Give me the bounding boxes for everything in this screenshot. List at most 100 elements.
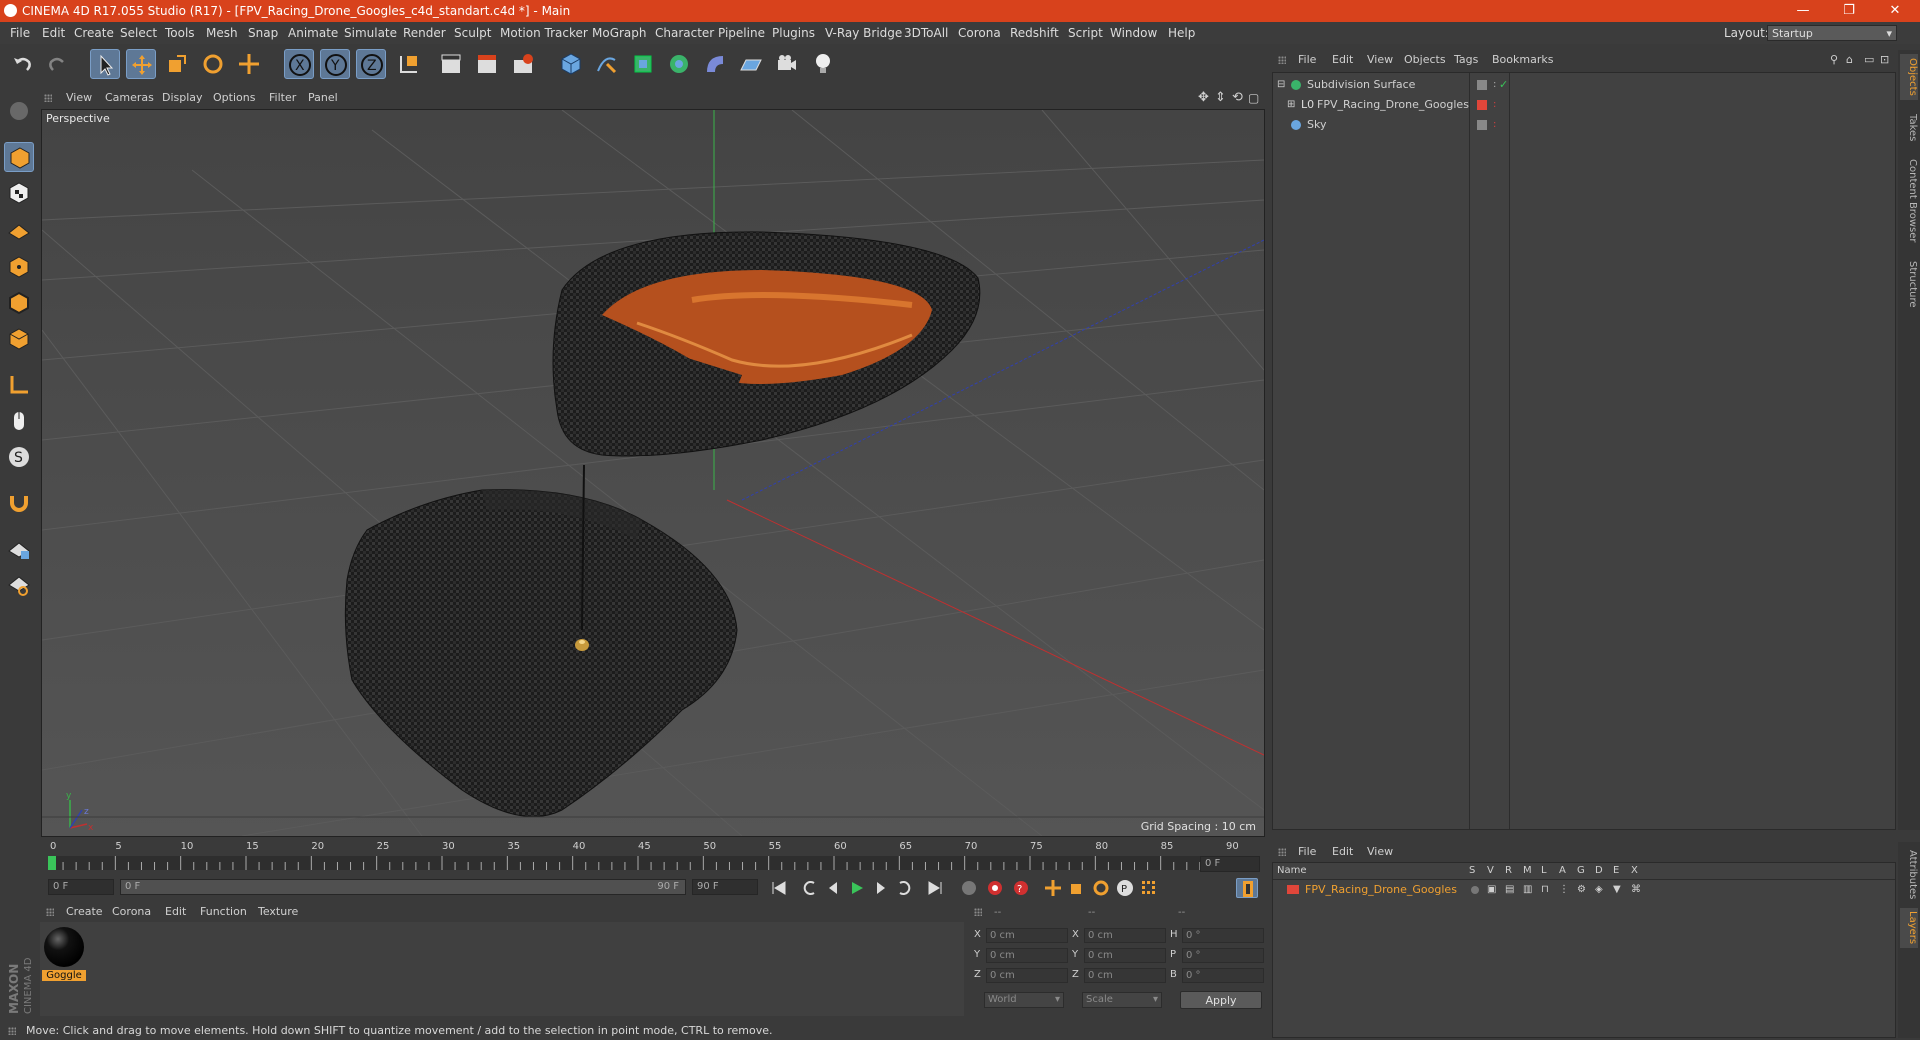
previous-frame-button[interactable] <box>822 878 844 898</box>
viewport-zoom-icon[interactable]: ⇕ <box>1215 88 1226 108</box>
axis-mode-button[interactable] <box>4 370 34 400</box>
apply-button[interactable]: Apply <box>1180 991 1262 1009</box>
menu-help[interactable]: Help <box>1168 22 1195 44</box>
add-cube-button[interactable] <box>556 49 586 79</box>
keyframe-selection-button[interactable] <box>958 878 980 898</box>
frame-range-slider[interactable]: 0 F 90 F <box>120 879 686 895</box>
rotation-b-field[interactable]: 0 ° <box>1182 968 1264 983</box>
key-rotation-button[interactable] <box>1090 878 1112 898</box>
viewport-menu-filter[interactable]: Filter <box>269 88 296 108</box>
add-array-button[interactable] <box>664 49 694 79</box>
object-menu-tags[interactable]: Tags <box>1454 50 1478 70</box>
menu-edit[interactable]: Edit <box>42 22 65 44</box>
material-menu-edit[interactable]: Edit <box>165 902 186 922</box>
menu-mograph[interactable]: MoGraph <box>592 22 647 44</box>
coordinate-mode-dropdown[interactable]: World ▾ <box>984 992 1064 1008</box>
layer-view-eye-icon[interactable]: ▣ <box>1487 881 1496 899</box>
layer-menu-file[interactable]: File <box>1298 842 1316 862</box>
material-item[interactable]: Goggle <box>42 926 86 984</box>
tab-objects[interactable]: Objects <box>1900 54 1918 100</box>
object-menu-view[interactable]: View <box>1367 50 1393 70</box>
menu-animate[interactable]: Animate <box>288 22 338 44</box>
workplane-button[interactable] <box>4 214 34 244</box>
key-position-button[interactable] <box>1042 878 1064 898</box>
visibility-dots-icon[interactable]: : <box>1493 95 1496 115</box>
polygons-mode-button[interactable] <box>4 324 34 354</box>
layout-dropdown[interactable]: Startup ▾ <box>1767 25 1897 41</box>
menu-redshift[interactable]: Redshift <box>1010 22 1059 44</box>
rotate-tool-button[interactable] <box>198 49 228 79</box>
add-camera-button[interactable] <box>772 49 802 79</box>
menu-window[interactable]: Window <box>1110 22 1157 44</box>
viewport-menu-options[interactable]: Options <box>213 88 255 108</box>
locked-workplane-button[interactable] <box>4 534 34 564</box>
model-mode-button[interactable] <box>4 142 34 172</box>
material-menu-create[interactable]: Create <box>66 902 103 922</box>
menu-script[interactable]: Script <box>1068 22 1103 44</box>
object-menu-edit[interactable]: Edit <box>1332 50 1353 70</box>
object-row-fpv-racing-drone-googles[interactable]: ⊞ L0 FPV_Racing_Drone_Googles : <box>1273 95 1895 115</box>
render-picture-viewer-button[interactable] <box>472 49 502 79</box>
menu-snap[interactable]: Snap <box>248 22 278 44</box>
viewport-perspective[interactable]: y z x Perspective Grid Spacing : 10 cm <box>41 109 1265 837</box>
enabled-check-icon[interactable]: ✓ <box>1499 75 1508 95</box>
planar-workplane-button[interactable] <box>4 570 34 600</box>
expand-icon[interactable]: ⊞ <box>1287 95 1295 115</box>
render-settings-button[interactable] <box>508 49 538 79</box>
visibility-dots-icon[interactable]: : <box>1493 75 1496 95</box>
current-frame-field[interactable]: 0 F <box>1200 856 1260 872</box>
close-button[interactable]: ✕ <box>1872 0 1918 22</box>
viewport-menu-cameras[interactable]: Cameras <box>105 88 154 108</box>
next-frame-button[interactable] <box>870 878 892 898</box>
object-menu-objects[interactable]: Objects <box>1404 50 1446 70</box>
menu-pipeline[interactable]: Pipeline <box>718 22 765 44</box>
search-icon[interactable]: ⚲ <box>1830 50 1838 70</box>
size-mode-dropdown[interactable]: Scale ▾ <box>1082 992 1162 1008</box>
layer-expression-icon[interactable]: ▼ <box>1613 881 1621 899</box>
menu-tools[interactable]: Tools <box>165 22 195 44</box>
material-menu-function[interactable]: Function <box>200 902 247 922</box>
menu-mesh[interactable]: Mesh <box>206 22 238 44</box>
layer-row[interactable]: FPV_Racing_Drone_Googles ▣ ▤ ▥ ⊓ ⋮ ⚙ ◈ ▼… <box>1273 881 1895 899</box>
undo-button[interactable] <box>8 49 38 79</box>
add-light-button[interactable] <box>808 49 838 79</box>
material-menu-texture[interactable]: Texture <box>258 902 298 922</box>
coordinate-system-button[interactable] <box>394 49 424 79</box>
key-parameter-button[interactable]: P <box>1114 878 1136 898</box>
live-selection-button[interactable] <box>90 49 120 79</box>
position-x-field[interactable]: 0 cm <box>986 928 1068 943</box>
render-view-button[interactable] <box>436 49 466 79</box>
tab-attributes[interactable]: Attributes <box>1900 846 1918 904</box>
viewport-menu-panel[interactable]: Panel <box>308 88 338 108</box>
maximize-button[interactable]: ❐ <box>1826 0 1872 22</box>
rotation-p-field[interactable]: 0 ° <box>1182 948 1264 963</box>
tab-structure[interactable]: Structure <box>1900 256 1918 312</box>
menu-plugins[interactable]: Plugins <box>772 22 815 44</box>
autokey-button[interactable]: ? <box>1010 878 1032 898</box>
add-generator-button[interactable] <box>628 49 658 79</box>
object-menu-file[interactable]: File <box>1298 50 1316 70</box>
layer-menu-edit[interactable]: Edit <box>1332 842 1353 862</box>
viewport-menu-view[interactable]: View <box>66 88 92 108</box>
menu-corona[interactable]: Corona <box>958 22 1001 44</box>
edges-mode-button[interactable] <box>4 288 34 318</box>
add-floor-button[interactable] <box>736 49 766 79</box>
timeline-ruler[interactable]: 0 5 10 15 20 25 30 35 40 45 50 55 60 65 70 75 80 85 90 0 F <box>40 838 1266 874</box>
timeline-toggle-button[interactable] <box>1236 878 1258 898</box>
menu-3dtoall[interactable]: 3DToAll <box>904 22 948 44</box>
magnet-button[interactable] <box>4 488 34 518</box>
visibility-dots-icon[interactable]: : <box>1493 115 1496 135</box>
size-x-field[interactable]: 0 cm <box>1084 928 1166 943</box>
previous-key-button[interactable] <box>798 878 820 898</box>
menu-create[interactable]: Create <box>74 22 114 44</box>
size-y-field[interactable]: 0 cm <box>1084 948 1166 963</box>
layer-animation-icon[interactable]: ⋮ <box>1559 881 1569 899</box>
object-menu-bookmarks[interactable]: Bookmarks <box>1492 50 1553 70</box>
scale-tool-button[interactable] <box>162 49 192 79</box>
record-button[interactable] <box>984 878 1006 898</box>
key-pla-button[interactable] <box>1138 878 1160 898</box>
menu-motion-tracker[interactable]: Motion Tracker <box>500 22 588 44</box>
tab-layers[interactable]: Layers <box>1900 908 1918 948</box>
tab-takes[interactable]: Takes <box>1900 108 1918 148</box>
rotation-h-field[interactable]: 0 ° <box>1182 928 1264 943</box>
